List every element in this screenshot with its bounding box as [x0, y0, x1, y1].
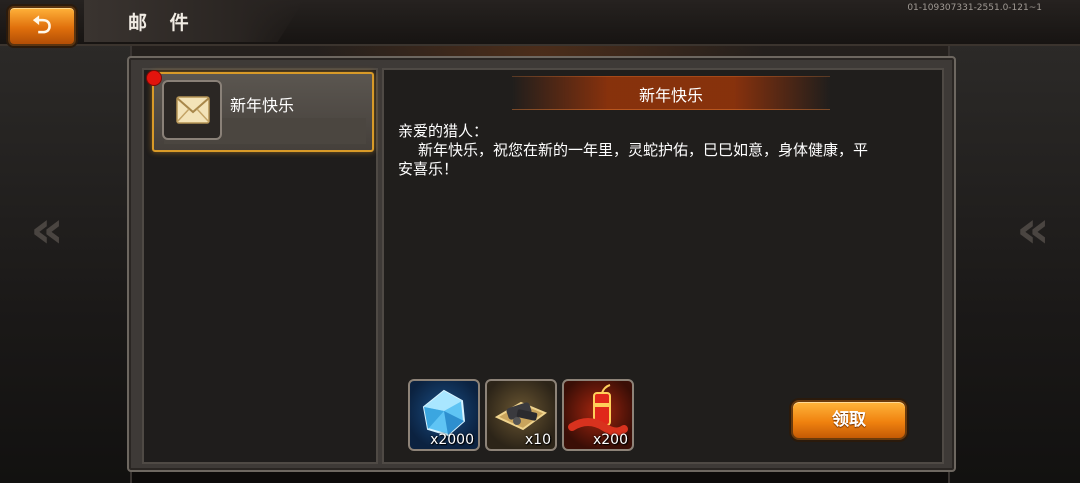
- reward-count: x200: [592, 432, 628, 448]
- chevron-left-icon: «: [30, 200, 64, 260]
- reward-item-firecracker[interactable]: x200: [562, 379, 634, 451]
- message-title: 新年快乐: [638, 86, 703, 105]
- message-text-line: 新年快乐，祝您在新的一年里，灵蛇护佑，巳巳如意，身体健康，平: [418, 141, 869, 159]
- back-button[interactable]: ⮌: [8, 6, 76, 46]
- reward-item-diamond[interactable]: x2000: [408, 379, 480, 451]
- unread-indicator: [146, 70, 162, 86]
- envelope-icon: [176, 96, 210, 124]
- page-title: 邮 件: [128, 12, 197, 34]
- top-bar: ⮌ 邮 件 01-109307331-2551.0-121~1: [0, 0, 1080, 46]
- reward-count: x10: [524, 432, 551, 448]
- chevron-left-icon: «: [1016, 200, 1050, 260]
- mail-item-subject: 新年快乐: [230, 96, 295, 115]
- claim-button[interactable]: 领取: [791, 400, 907, 440]
- mail-list-item[interactable]: 新年快乐: [152, 72, 374, 152]
- reward-item-equipment[interactable]: x10: [485, 379, 557, 451]
- message-greeting: 亲爱的猎人：: [398, 122, 489, 140]
- build-id-text: 01-109307331-2551.0-121~1: [907, 3, 1042, 13]
- right-corridor-wall: «: [948, 40, 1080, 483]
- mail-icon-frame: [162, 80, 222, 140]
- message-body: 亲爱的猎人： 新年快乐，祝您在新的一年里，灵蛇护佑，巳巳如意，身体健康，平 安喜…: [398, 122, 924, 179]
- message-text-line: 安喜乐！: [398, 160, 459, 178]
- reward-count: x2000: [430, 432, 474, 448]
- return-arrow-icon: ⮌: [32, 11, 52, 39]
- message-title-bar: 新年快乐: [512, 76, 830, 110]
- left-corridor-wall: «: [0, 40, 132, 483]
